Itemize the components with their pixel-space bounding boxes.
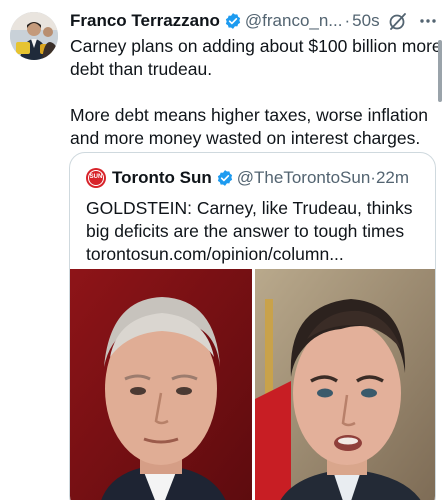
- more-icon[interactable]: [418, 11, 438, 31]
- post-timestamp[interactable]: 50s: [352, 11, 379, 31]
- quoted-author-name[interactable]: Toronto Sun: [112, 168, 212, 188]
- quoted-text-line: GOLDSTEIN: Carney, like Trudeau, thinks: [86, 198, 413, 218]
- author-handle[interactable]: @franco_n...: [245, 11, 343, 31]
- quoted-text-line: big deficits are the answer to tough tim…: [86, 221, 405, 241]
- quoted-link-text[interactable]: torontosun.com/opinion/column...: [86, 243, 426, 266]
- header-separator: ·: [344, 11, 351, 30]
- quoted-media[interactable]: [70, 269, 435, 500]
- post-text: Carney plans on adding about $100 billio…: [70, 35, 442, 150]
- quoted-author-handle[interactable]: @TheTorontoSun: [237, 168, 371, 188]
- post-paragraph: More debt means higher taxes, worse infl…: [70, 105, 428, 148]
- author-avatar[interactable]: [10, 12, 58, 60]
- quoted-post-text: GOLDSTEIN: Carney, like Trudeau, thinks …: [86, 197, 426, 266]
- verified-badge-icon: [216, 169, 234, 187]
- post-paragraph: Carney plans on adding about $100 billio…: [70, 36, 442, 79]
- verified-badge-icon: [224, 12, 242, 30]
- photo-trudeau[interactable]: [255, 269, 435, 500]
- quoted-post-timestamp[interactable]: 22m: [376, 168, 409, 188]
- tweet[interactable]: Franco Terrazzano @franco_n... · 50s Car…: [0, 0, 446, 500]
- quoted-post-header: SUN Toronto Sun @TheTorontoSun · 22m: [86, 167, 431, 189]
- photo-carney[interactable]: [70, 269, 252, 500]
- grok-icon[interactable]: [388, 11, 408, 31]
- quoted-post[interactable]: SUN Toronto Sun @TheTorontoSun · 22m GOL…: [69, 152, 436, 500]
- scrollbar[interactable]: [438, 40, 442, 102]
- post-header: Franco Terrazzano @franco_n... · 50s: [70, 10, 438, 32]
- author-name[interactable]: Franco Terrazzano: [70, 11, 220, 31]
- quoted-avatar-logo: SUN: [89, 174, 103, 180]
- quoted-author-avatar[interactable]: SUN: [86, 168, 106, 188]
